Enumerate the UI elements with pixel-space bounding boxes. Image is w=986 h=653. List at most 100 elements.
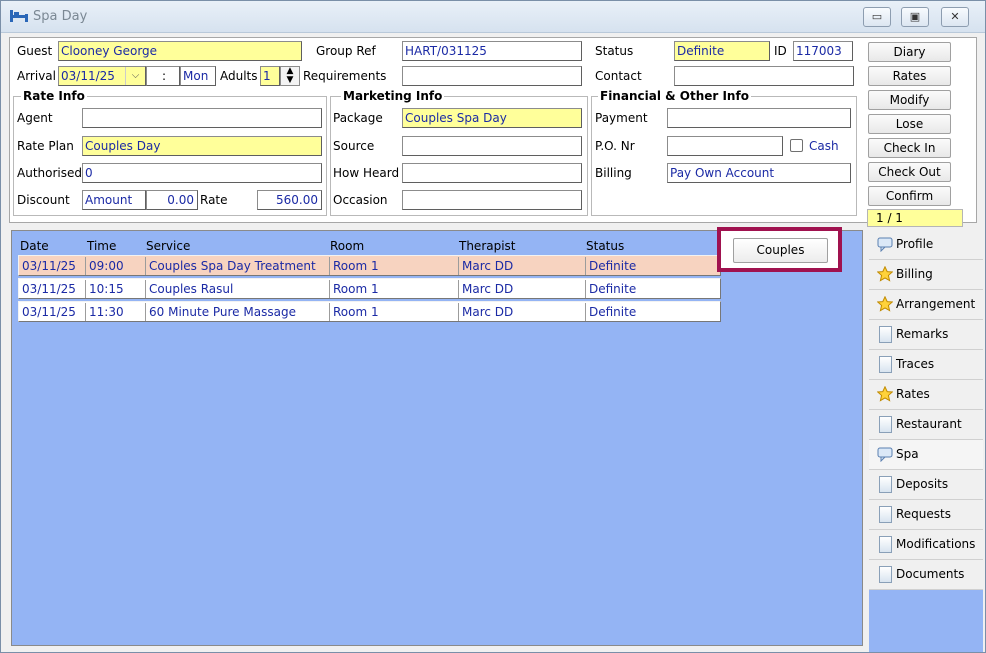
col-header-time[interactable]: Time — [87, 239, 116, 253]
tab-label: Profile — [896, 237, 934, 251]
id-field: 117003 — [793, 41, 853, 61]
table-row[interactable]: 03/11/25 10:15 Couples Rasul Room 1 Marc… — [18, 278, 721, 299]
col-header-date[interactable]: Date — [20, 239, 49, 253]
contact-field[interactable] — [674, 66, 854, 86]
col-header-status[interactable]: Status — [586, 239, 624, 253]
maximize-button[interactable]: ▣ — [901, 7, 929, 27]
tab-profile[interactable]: Profile — [869, 230, 983, 260]
financial-info-title: Financial & Other Info — [598, 89, 751, 103]
status-field[interactable]: Definite — [674, 41, 770, 61]
tab-requests[interactable]: Requests — [869, 500, 983, 530]
col-header-therapist[interactable]: Therapist — [459, 239, 516, 253]
cell-date: 03/11/25 — [22, 282, 76, 296]
group-ref-field[interactable]: HART/031125 — [402, 41, 582, 61]
tab-deposits[interactable]: Deposits — [869, 470, 983, 500]
minimize-button[interactable]: ▭ — [863, 7, 891, 27]
tab-rates[interactable]: Rates — [869, 380, 983, 410]
arrival-date-value: 03/11/25 — [61, 69, 115, 83]
cell-time: 11:30 — [85, 303, 145, 321]
col-header-service[interactable]: Service — [146, 239, 190, 253]
document-icon — [879, 536, 892, 553]
package-label: Package — [333, 111, 383, 125]
cell-therapist: Marc DD — [458, 257, 585, 275]
rates-button[interactable]: Rates — [868, 66, 951, 86]
discount-amount-field[interactable]: 0.00 — [146, 190, 198, 210]
tab-modifications[interactable]: Modifications — [869, 530, 983, 560]
couples-button-highlight: Couples — [717, 227, 842, 272]
cell-status: Definite — [585, 303, 720, 321]
diary-button[interactable]: Diary — [868, 42, 951, 62]
tab-label: Deposits — [896, 477, 949, 491]
tab-documents[interactable]: Documents — [869, 560, 983, 590]
rate-plan-field[interactable]: Couples Day — [82, 136, 322, 156]
col-header-room[interactable]: Room — [330, 239, 364, 253]
close-button[interactable]: ✕ — [941, 7, 969, 27]
tab-label: Spa — [896, 447, 919, 461]
side-tab-panel: Profile Billing Arrangement Remarks Trac… — [869, 230, 983, 652]
adults-label: Adults — [220, 69, 258, 83]
source-field[interactable] — [402, 136, 582, 156]
cell-therapist: Marc DD — [458, 303, 585, 321]
star-icon — [877, 266, 893, 282]
discount-type-field[interactable]: Amount — [82, 190, 146, 210]
cash-label: Cash — [809, 139, 839, 153]
check-out-button[interactable]: Check Out — [868, 162, 951, 182]
reservation-details-panel: Guest Clooney George Group Ref HART/0311… — [9, 37, 977, 223]
authorised-field[interactable]: 0 — [82, 163, 322, 183]
arrival-day-field: Mon — [180, 66, 216, 86]
rate-label: Rate — [200, 193, 228, 207]
agent-label: Agent — [17, 111, 53, 125]
agent-field[interactable] — [82, 108, 322, 128]
contact-label: Contact — [595, 69, 642, 83]
guest-field[interactable]: Clooney George — [58, 41, 302, 61]
check-in-button[interactable]: Check In — [868, 138, 951, 158]
cell-room: Room 1 — [329, 280, 458, 298]
tab-arrangement[interactable]: Arrangement — [869, 290, 983, 320]
cell-status: Definite — [585, 280, 720, 298]
requirements-field[interactable] — [402, 66, 582, 86]
tab-restaurant[interactable]: Restaurant — [869, 410, 983, 440]
spa-day-window: Spa Day ▭ ▣ ✕ Guest Clooney George Group… — [0, 0, 986, 653]
document-icon — [879, 356, 892, 373]
chevron-down-icon[interactable]: ⌵ — [125, 67, 145, 85]
payment-field[interactable] — [667, 108, 851, 128]
page-indicator: 1 / 1 — [867, 209, 963, 227]
tab-label: Requests — [896, 507, 951, 521]
tab-label: Arrangement — [896, 297, 976, 311]
tab-label: Remarks — [896, 327, 949, 341]
how-heard-field[interactable] — [402, 163, 582, 183]
table-row[interactable]: 03/11/25 11:30 60 Minute Pure Massage Ro… — [18, 301, 721, 322]
tab-label: Restaurant — [896, 417, 962, 431]
lose-button[interactable]: Lose — [868, 114, 951, 134]
tab-traces[interactable]: Traces — [869, 350, 983, 380]
arrival-time-field[interactable]: : — [146, 66, 180, 86]
adults-field[interactable]: 1 — [260, 66, 280, 86]
tab-billing[interactable]: Billing — [869, 260, 983, 290]
star-icon — [877, 296, 893, 312]
cell-status: Definite — [585, 257, 720, 275]
modify-button[interactable]: Modify — [868, 90, 951, 110]
cell-date: 03/11/25 — [22, 305, 76, 319]
table-row[interactable]: 03/11/25 09:00 Couples Spa Day Treatment… — [18, 255, 721, 276]
speech-bubble-icon — [877, 237, 893, 252]
guest-label: Guest — [17, 44, 53, 58]
tab-spa[interactable]: Spa — [869, 440, 983, 470]
billing-field[interactable]: Pay Own Account — [667, 163, 851, 183]
tab-remarks[interactable]: Remarks — [869, 320, 983, 350]
cell-service: Couples Rasul — [145, 280, 329, 298]
tab-label: Traces — [896, 357, 935, 371]
cash-checkbox[interactable] — [790, 139, 803, 152]
billing-label: Billing — [595, 166, 632, 180]
couples-button[interactable]: Couples — [733, 238, 828, 263]
discount-label: Discount — [17, 193, 70, 207]
package-field[interactable]: Couples Spa Day — [402, 108, 582, 128]
occasion-field[interactable] — [402, 190, 582, 210]
cell-room: Room 1 — [329, 257, 458, 275]
rate-field[interactable]: 560.00 — [257, 190, 322, 210]
document-icon — [879, 566, 892, 583]
arrival-date-field[interactable]: 03/11/25 ⌵ — [58, 66, 146, 86]
po-nr-field[interactable] — [667, 136, 783, 156]
adults-spinner[interactable]: ▲ ▼ — [280, 66, 300, 86]
confirm-button[interactable]: Confirm — [868, 186, 951, 206]
cell-time: 09:00 — [85, 257, 145, 275]
